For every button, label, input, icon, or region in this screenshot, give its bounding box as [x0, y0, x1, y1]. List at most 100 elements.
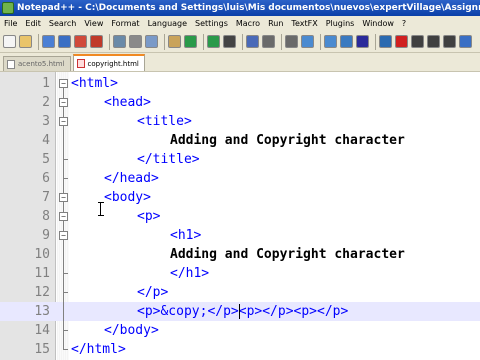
code-line[interactable]: 13 <p>&copy;</p><p></p><p></p>: [0, 302, 480, 321]
code-line[interactable]: 15 </html>: [0, 340, 480, 359]
code-line[interactable]: 10 Adding and Copyright character: [0, 245, 480, 264]
code-tag: <title>: [137, 114, 192, 129]
line-number: 3: [42, 114, 50, 129]
fold-toggle-icon[interactable]: −: [59, 207, 68, 226]
fold-toggle-icon[interactable]: −: [59, 74, 68, 93]
paste-icon[interactable]: [168, 35, 181, 48]
find-icon[interactable]: [223, 35, 236, 48]
code-line[interactable]: 2− <head>: [0, 93, 480, 112]
line-number: 6: [42, 171, 50, 186]
collapse-icon[interactable]: −: [59, 117, 68, 126]
undo-icon[interactable]: [184, 35, 197, 48]
text-caret: [238, 304, 240, 319]
menu-edit[interactable]: Edit: [21, 19, 45, 28]
fold-toggle-icon[interactable]: −: [59, 188, 68, 207]
toolbar: [0, 31, 480, 53]
code-tag: <p>: [137, 209, 161, 224]
toolbar-separator: [375, 33, 376, 50]
title-bar[interactable]: Notepad++ - C:\Documents and Settings\lu…: [0, 0, 480, 16]
code-line[interactable]: 14 </body>: [0, 321, 480, 340]
code-tag: </head>: [104, 171, 159, 186]
sync-v-icon[interactable]: [301, 35, 314, 48]
close-all-icon[interactable]: [90, 35, 103, 48]
fold-end-marker: [59, 150, 68, 169]
play-macro-icon[interactable]: [427, 35, 440, 48]
menu-run[interactable]: Run: [264, 19, 287, 28]
code-line[interactable]: 5 </title>: [0, 150, 480, 169]
fold-toggle-icon[interactable]: −: [59, 226, 68, 245]
code-tag: <p>&copy;</p><p></p><p></p>: [137, 304, 349, 319]
record-macro-icon[interactable]: [395, 35, 408, 48]
menu-textfx[interactable]: TextFX: [287, 19, 321, 28]
collapse-icon[interactable]: −: [59, 98, 68, 107]
menu-help[interactable]: ?: [398, 19, 410, 28]
collapse-icon[interactable]: −: [59, 212, 68, 221]
code-tag: </title>: [137, 152, 200, 167]
line-number: 7: [42, 190, 50, 205]
save-icon[interactable]: [42, 35, 55, 48]
fold-end-tick: [63, 178, 68, 179]
new-file-icon[interactable]: [3, 35, 16, 48]
menu-plugins[interactable]: Plugins: [322, 19, 359, 28]
save-macro-icon[interactable]: [459, 35, 472, 48]
fold-toggle-icon[interactable]: −: [59, 112, 68, 131]
menu-settings[interactable]: Settings: [191, 19, 232, 28]
code-tag: </html>: [71, 342, 126, 357]
code-tag: </h1>: [170, 266, 210, 281]
indent-guide-icon[interactable]: [379, 35, 392, 48]
copy-icon[interactable]: [145, 35, 158, 48]
menu-window[interactable]: Window: [358, 19, 398, 28]
fold-guide: [59, 302, 68, 321]
menu-format[interactable]: Format: [107, 19, 143, 28]
window-title: Notepad++ - C:\Documents and Settings\lu…: [17, 3, 480, 13]
code-line[interactable]: 9− <h1>: [0, 226, 480, 245]
collapse-icon[interactable]: −: [59, 79, 68, 88]
zoom-in-icon[interactable]: [262, 35, 275, 48]
menu-bar: File Edit Search View Format Language Settings…: [0, 16, 480, 31]
fold-end-tick: [63, 330, 68, 331]
show-all-chars-icon[interactable]: [356, 35, 369, 48]
close-icon[interactable]: [74, 35, 87, 48]
tab-copyright[interactable]: copyright.html: [72, 54, 145, 71]
menu-view[interactable]: View: [80, 19, 107, 28]
print-icon[interactable]: [113, 35, 126, 48]
run-macro-icon[interactable]: [443, 35, 456, 48]
menu-search[interactable]: Search: [45, 19, 80, 28]
code-line[interactable]: 1− <html>: [0, 74, 480, 93]
menu-language[interactable]: Language: [144, 19, 191, 28]
stop-macro-icon[interactable]: [411, 35, 424, 48]
notepad-plus-plus-icon: [2, 2, 14, 14]
line-number: 5: [42, 152, 50, 167]
collapse-icon[interactable]: −: [59, 193, 68, 202]
code-line[interactable]: 6 </head>: [0, 169, 480, 188]
zoom-out-icon[interactable]: [285, 35, 298, 48]
code-line[interactable]: 7− <body>: [0, 188, 480, 207]
replace-icon[interactable]: [246, 35, 259, 48]
word-wrap-icon[interactable]: [340, 35, 353, 48]
line-number: 8: [42, 209, 50, 224]
code-line[interactable]: 4 Adding and Copyright character: [0, 131, 480, 150]
code-line[interactable]: 8− <p>: [0, 207, 480, 226]
fold-guide: [59, 131, 68, 150]
code-editor[interactable]: 1− <html> 2− <head> 3− <title> 4 Adding and Cop…: [0, 71, 480, 360]
fold-toggle-icon[interactable]: −: [59, 93, 68, 112]
code-line[interactable]: 11 </h1>: [0, 264, 480, 283]
cut-icon[interactable]: [129, 35, 142, 48]
code-line[interactable]: 3− <title>: [0, 112, 480, 131]
tab-acento5[interactable]: acento5.html: [3, 56, 71, 71]
menu-macro[interactable]: Macro: [232, 19, 264, 28]
menu-file[interactable]: File: [0, 19, 21, 28]
save-all-icon[interactable]: [58, 35, 71, 48]
tab-label: acento5.html: [18, 60, 65, 68]
redo-icon[interactable]: [207, 35, 220, 48]
sync-h-icon[interactable]: [324, 35, 337, 48]
fold-end-marker: [59, 321, 68, 340]
collapse-icon[interactable]: −: [59, 231, 68, 240]
fold-end-tick: [63, 292, 68, 293]
fold-end-tick: [63, 159, 68, 160]
file-icon: [7, 59, 15, 69]
open-file-icon[interactable]: [19, 35, 32, 48]
fold-guide-line: [63, 131, 64, 150]
code-line[interactable]: 12 </p>: [0, 283, 480, 302]
line-number: 4: [42, 133, 50, 148]
